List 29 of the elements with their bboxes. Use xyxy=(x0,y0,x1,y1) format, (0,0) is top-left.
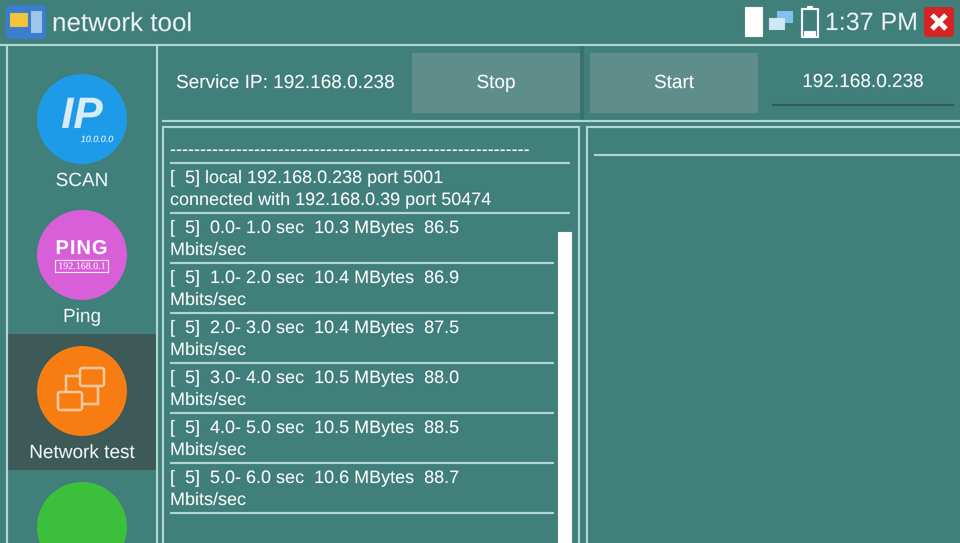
sidebar-item-label: SCAN xyxy=(56,170,108,192)
log-line: [ 5] 0.0- 1.0 sec 10.3 MBytes 86.5 Mbits/sec xyxy=(170,214,554,264)
start-button[interactable]: Start xyxy=(590,53,758,113)
log-line: [ 5] local 192.168.0.238 port 5001 connected with 192.168.0.39 port 50474 xyxy=(170,164,570,214)
sidebar-item-label: Ping xyxy=(62,306,102,328)
log-line: ------------------------------------------------------------ xyxy=(170,136,570,164)
ip-input-field[interactable]: 192.168.0.238 xyxy=(772,60,954,106)
close-button[interactable] xyxy=(924,7,954,37)
ip-scan-icon: IP 10.0.0.0 xyxy=(37,74,127,164)
close-icon xyxy=(929,12,949,32)
log-line: [ 5] 2.0- 3.0 sec 10.4 MBytes 87.5 Mbits/sec xyxy=(170,314,554,364)
scrollbar[interactable] xyxy=(558,232,572,543)
network-icon xyxy=(768,11,795,33)
log-line: [ 5] 5.0- 6.0 sec 10.6 MBytes 88.7 Mbits/sec xyxy=(170,464,554,514)
service-ip-label: Service IP: 192.168.0.238 xyxy=(176,72,396,94)
stop-button[interactable]: Stop xyxy=(412,53,580,113)
app-logo-icon xyxy=(6,5,46,39)
sd-card-icon xyxy=(744,7,763,37)
battery-icon xyxy=(800,6,819,38)
sidebar-item[interactable]: IP 10.0.0.0 SCAN xyxy=(8,46,156,198)
sidebar-item-label: Network test xyxy=(29,442,135,464)
clock-time: 1:37 PM xyxy=(824,8,918,36)
log-line: [ 5] 3.0- 4.0 sec 10.5 MBytes 88.0 Mbits/sec xyxy=(170,364,554,414)
sidebar-item[interactable]: PING 192.168.0.1 Ping xyxy=(8,198,156,334)
log-line: [ 5] 4.0- 5.0 sec 10.5 MBytes 88.5 Mbits/sec xyxy=(170,414,554,464)
ping-icon: PING 192.168.0.1 xyxy=(37,210,127,300)
log-line: [ 5] 1.0- 2.0 sec 10.4 MBytes 86.9 Mbits/sec xyxy=(170,264,554,314)
sidebar-item[interactable]: Network test xyxy=(8,334,156,470)
window-title: network tool xyxy=(52,6,194,38)
